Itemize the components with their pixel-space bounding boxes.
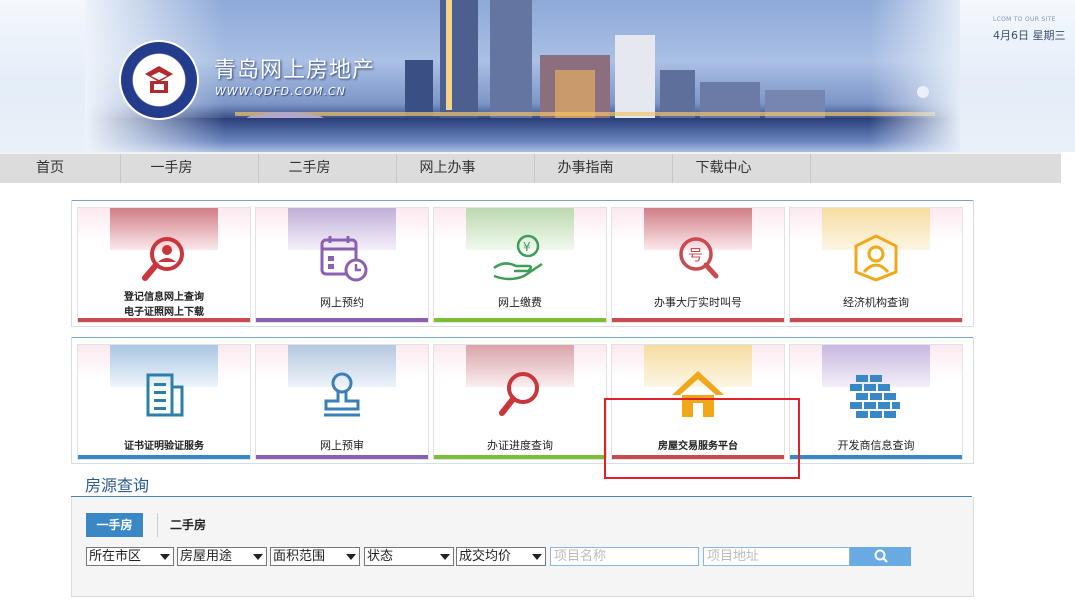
tile-online-review[interactable]: 网上预审 [255, 344, 429, 460]
svg-text:号: 号 [688, 246, 703, 264]
stamp-icon [324, 372, 360, 417]
district-select[interactable]: 所在市区 [86, 547, 174, 566]
nav-item-second-hand[interactable]: 二手房 [259, 154, 397, 183]
search-button[interactable] [850, 547, 911, 566]
nav-item-guide[interactable]: 办事指南 [535, 154, 673, 183]
chevron-down-icon [532, 554, 542, 560]
person-badge-icon [854, 234, 898, 282]
service-panel-1: 登记信息网上查询 电子证照网上下载 网上预约 ¥ 网上缴费 号 办事大厅实时叫号… [71, 200, 974, 327]
tile-label: 证书证明验证服务 [124, 441, 204, 452]
tile-label: 办证进度查询 [487, 439, 553, 452]
tab-new-house[interactable]: 一手房 [86, 513, 143, 537]
logo-emblem-icon [145, 66, 173, 93]
tab-second-hand[interactable]: 二手房 [170, 513, 206, 537]
usage-select[interactable]: 房屋用途 [177, 547, 267, 566]
chevron-down-icon [160, 554, 170, 560]
tile-label: 网上预约 [320, 296, 364, 309]
nav-item-online-service[interactable]: 网上办事 [397, 154, 535, 183]
tile-label: 经济机构查询 [843, 296, 909, 309]
chevron-down-icon [253, 554, 263, 560]
nav-item-new-house[interactable]: 一手房 [121, 154, 259, 183]
magnifier-icon [499, 372, 539, 416]
tile-label: 办事大厅实时叫号 [654, 296, 742, 309]
tile-registration-query[interactable]: 登记信息网上查询 电子证照网上下载 [77, 207, 251, 323]
tile-label: 网上缴费 [498, 296, 542, 309]
project-address-input[interactable]: 项目地址 [703, 547, 850, 566]
main-nav: 首页 一手房 二手房 网上办事 办事指南 下载中心 [0, 152, 1061, 183]
calendar-clock-icon [320, 236, 368, 282]
person-search-icon [142, 237, 184, 281]
building-icon [146, 373, 184, 417]
chevron-down-icon [346, 554, 356, 560]
status-select[interactable]: 状态 [364, 547, 454, 566]
search-icon [874, 549, 888, 563]
tile-online-payment[interactable]: ¥ 网上缴费 [433, 207, 607, 323]
chevron-down-icon [440, 554, 450, 560]
tile-agency-query[interactable]: 经济机构查询 [789, 207, 963, 323]
brick-wall-icon [850, 375, 900, 418]
avg-price-select[interactable]: 成交均价 [456, 547, 546, 566]
tile-progress-query[interactable]: 办证进度查询 [433, 344, 607, 460]
header-banner: 青岛网上房地产 WWW.QDFD.COM.CN LCOM TO OUR SITE… [0, 0, 1075, 152]
site-url: WWW.QDFD.COM.CN [215, 85, 346, 98]
tile-queue-number[interactable]: 号 办事大厅实时叫号 [611, 207, 785, 323]
project-name-input[interactable]: 项目名称 [550, 547, 699, 566]
tile-online-appointment[interactable]: 网上预约 [255, 207, 429, 323]
site-logo[interactable] [121, 42, 197, 118]
tile-label: 开发商信息查询 [837, 439, 915, 452]
service-panel-2: 证书证明验证服务 网上预审 办证进度查询 房屋交易服务平台 开发商信息查询 [71, 337, 974, 464]
nav-item-home[interactable]: 首页 [0, 154, 121, 183]
welcome-text: LCOM TO OUR SITE [993, 16, 1056, 23]
nav-item-download[interactable]: 下载中心 [673, 154, 811, 183]
site-title: 青岛网上房地产 [214, 58, 376, 83]
highlight-box [604, 398, 800, 479]
hand-coin-icon: ¥ [493, 234, 543, 281]
current-date: 4月6日 星期三 [993, 29, 1066, 42]
tile-label-line2: 电子证照网上下载 [124, 307, 204, 318]
svg-text:¥: ¥ [523, 240, 531, 254]
tile-label-line1: 登记信息网上查询 [124, 292, 204, 303]
number-search-icon: 号 [679, 237, 719, 279]
area-range-select[interactable]: 面积范围 [270, 547, 360, 566]
tile-certificate-verify[interactable]: 证书证明验证服务 [77, 344, 251, 460]
tile-developer-query[interactable]: 开发商信息查询 [789, 344, 963, 460]
section-title: 房源查询 [85, 476, 150, 495]
tile-label: 网上预审 [320, 439, 364, 452]
